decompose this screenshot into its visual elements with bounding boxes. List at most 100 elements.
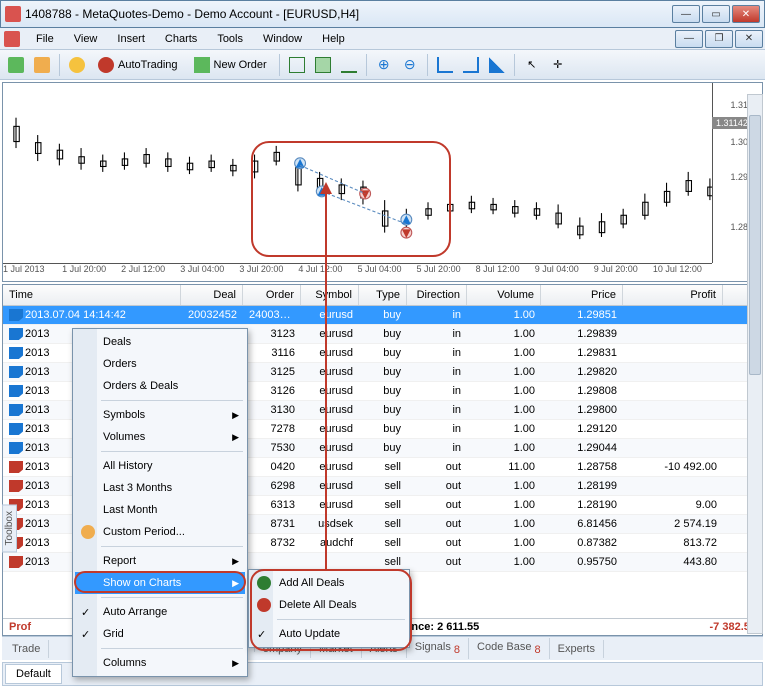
col-deal[interactable]: Deal (181, 285, 243, 305)
menu-item-deals[interactable]: Deals (75, 331, 245, 353)
neworder-icon (194, 57, 210, 73)
mdi-minimize-button[interactable]: — (675, 30, 703, 48)
menu-item-last-months[interactable]: Last 3 Months (75, 477, 245, 499)
crosshair-icon: ✛ (553, 58, 562, 71)
tab-codebase[interactable]: Code Base 8 (469, 638, 550, 659)
menu-item-auto-arrange[interactable]: ✓ Auto Arrange (75, 601, 245, 623)
tab-trade[interactable]: Trade (4, 640, 49, 658)
menu-item-auto-update[interactable]: ✓Auto Update (251, 623, 407, 645)
col-profit[interactable]: Profit (623, 285, 723, 305)
menu-item-label: Auto Arrange (103, 606, 167, 618)
col-type[interactable]: Type (359, 285, 407, 305)
cursor-button[interactable]: ↖ (520, 53, 544, 77)
del-icon (257, 598, 271, 612)
new-order-button[interactable]: New Order (187, 53, 274, 77)
menu-file[interactable]: File (26, 30, 64, 48)
menu-item-label: Last 3 Months (103, 482, 172, 494)
mdi-restore-button[interactable]: ❐ (705, 30, 733, 48)
menu-item-label: Report (103, 555, 136, 567)
table-row[interactable]: 2013.07.04 14:14:422003245224003112eurus… (3, 306, 762, 325)
sell-deal-icon (9, 480, 23, 492)
menu-item-label: Last Month (103, 504, 157, 516)
col-time[interactable]: Time (3, 285, 181, 305)
menu-help[interactable]: Help (312, 30, 355, 48)
menu-item-custom-period-[interactable]: Custom Period... (75, 521, 245, 543)
check-icon: ✓ (81, 628, 90, 641)
menu-item-last-month[interactable]: Last Month (75, 499, 245, 521)
new-chart-button[interactable] (4, 53, 28, 77)
menu-item-label: Columns (103, 657, 146, 669)
context-menu: DealsOrdersOrders & DealsSymbols▶Volumes… (72, 328, 248, 677)
menu-item-label: Custom Period... (103, 526, 185, 538)
zoom-out-button[interactable]: ⊖ (398, 53, 422, 77)
xtick: 5 Jul 04:00 (357, 264, 416, 281)
add-icon (257, 576, 271, 590)
xtick: 9 Jul 04:00 (535, 264, 594, 281)
maximize-button[interactable]: ▭ (702, 5, 730, 23)
menu-tools[interactable]: Tools (207, 30, 253, 48)
crosshair-button[interactable]: ✛ (546, 53, 570, 77)
menu-item-add-all-deals[interactable]: Add All Deals (251, 572, 407, 594)
vertical-scrollbar[interactable] (747, 94, 763, 634)
minimize-button[interactable]: — (672, 5, 700, 23)
col-volume[interactable]: Volume (467, 285, 541, 305)
buy-deal-icon (9, 404, 23, 416)
chevron-right-icon: ▶ (232, 410, 239, 421)
tab-experts[interactable]: Experts (550, 640, 604, 658)
neworder-label: New Order (214, 59, 267, 71)
profiles-button[interactable] (30, 53, 54, 77)
market-watch-button[interactable] (65, 53, 89, 77)
chevron-right-icon: ▶ (232, 658, 239, 669)
cursor-icon: ↖ (527, 58, 536, 71)
col-dir[interactable]: Direction (407, 285, 467, 305)
mdi-close-button[interactable]: ✕ (735, 30, 763, 48)
menu-insert[interactable]: Insert (107, 30, 155, 48)
menu-item-label: Show on Charts (103, 577, 181, 589)
grid-header: Time Deal Order Symbol Type Direction Vo… (3, 285, 762, 306)
check-icon: ✓ (257, 628, 266, 641)
menu-item-label: Orders (103, 358, 137, 370)
col-price[interactable]: Price (541, 285, 623, 305)
scroll-button[interactable] (433, 53, 457, 77)
menu-item-label: Deals (103, 336, 131, 348)
xtick: 2 Jul 12:00 (121, 264, 180, 281)
menu-item-all-history[interactable]: All History (75, 455, 245, 477)
toolbox-sidebar-label[interactable]: Toolbox (2, 504, 17, 552)
xtick: 3 Jul 04:00 (180, 264, 239, 281)
autotrading-button[interactable]: AutoTrading (91, 53, 185, 77)
col-order[interactable]: Order (243, 285, 301, 305)
menu-window[interactable]: Window (253, 30, 312, 48)
chart-tab-default[interactable]: Default (5, 664, 62, 684)
clock-icon (81, 525, 95, 539)
chevron-right-icon: ▶ (232, 432, 239, 443)
menu-charts[interactable]: Charts (155, 30, 207, 48)
candle-chart-button[interactable] (311, 53, 335, 77)
menu-item-label: All History (103, 460, 153, 472)
menu-item-orders-deals[interactable]: Orders & Deals (75, 375, 245, 397)
line-chart-button[interactable] (337, 53, 361, 77)
menu-item-orders[interactable]: Orders (75, 353, 245, 375)
menu-item-symbols[interactable]: Symbols ▶ (75, 404, 245, 426)
zoom-in-button[interactable]: ⊕ (372, 53, 396, 77)
scrollbar-thumb[interactable] (749, 115, 761, 375)
xtick: 8 Jul 12:00 (476, 264, 535, 281)
menu-item-grid[interactable]: ✓Grid (75, 623, 245, 645)
chart-highlight-box (251, 141, 451, 257)
menu-item-volumes[interactable]: Volumes ▶ (75, 426, 245, 448)
menu-item-label: Delete All Deals (279, 599, 357, 611)
check-icon: ✓ (81, 606, 90, 619)
shift-button[interactable] (459, 53, 483, 77)
menu-item-delete-all-deals[interactable]: Delete All Deals (251, 594, 407, 616)
close-button[interactable]: ✕ (732, 5, 760, 23)
menu-item-show-on-charts[interactable]: Show on Charts▶ (75, 572, 245, 594)
indicators-button[interactable] (485, 53, 509, 77)
col-symbol[interactable]: Symbol (301, 285, 359, 305)
tab-signals[interactable]: Signals 8 (407, 638, 469, 659)
menu-item-label: Symbols (103, 409, 145, 421)
menu-item-label: Volumes (103, 431, 145, 443)
menu-view[interactable]: View (64, 30, 108, 48)
price-chart[interactable]: 1.3169 1.31142 1.3083 1.2997 1.2852 1 Ju… (2, 82, 763, 282)
menu-item-report[interactable]: Report▶ (75, 550, 245, 572)
bar-chart-button[interactable] (285, 53, 309, 77)
menu-item-columns[interactable]: Columns ▶ (75, 652, 245, 674)
